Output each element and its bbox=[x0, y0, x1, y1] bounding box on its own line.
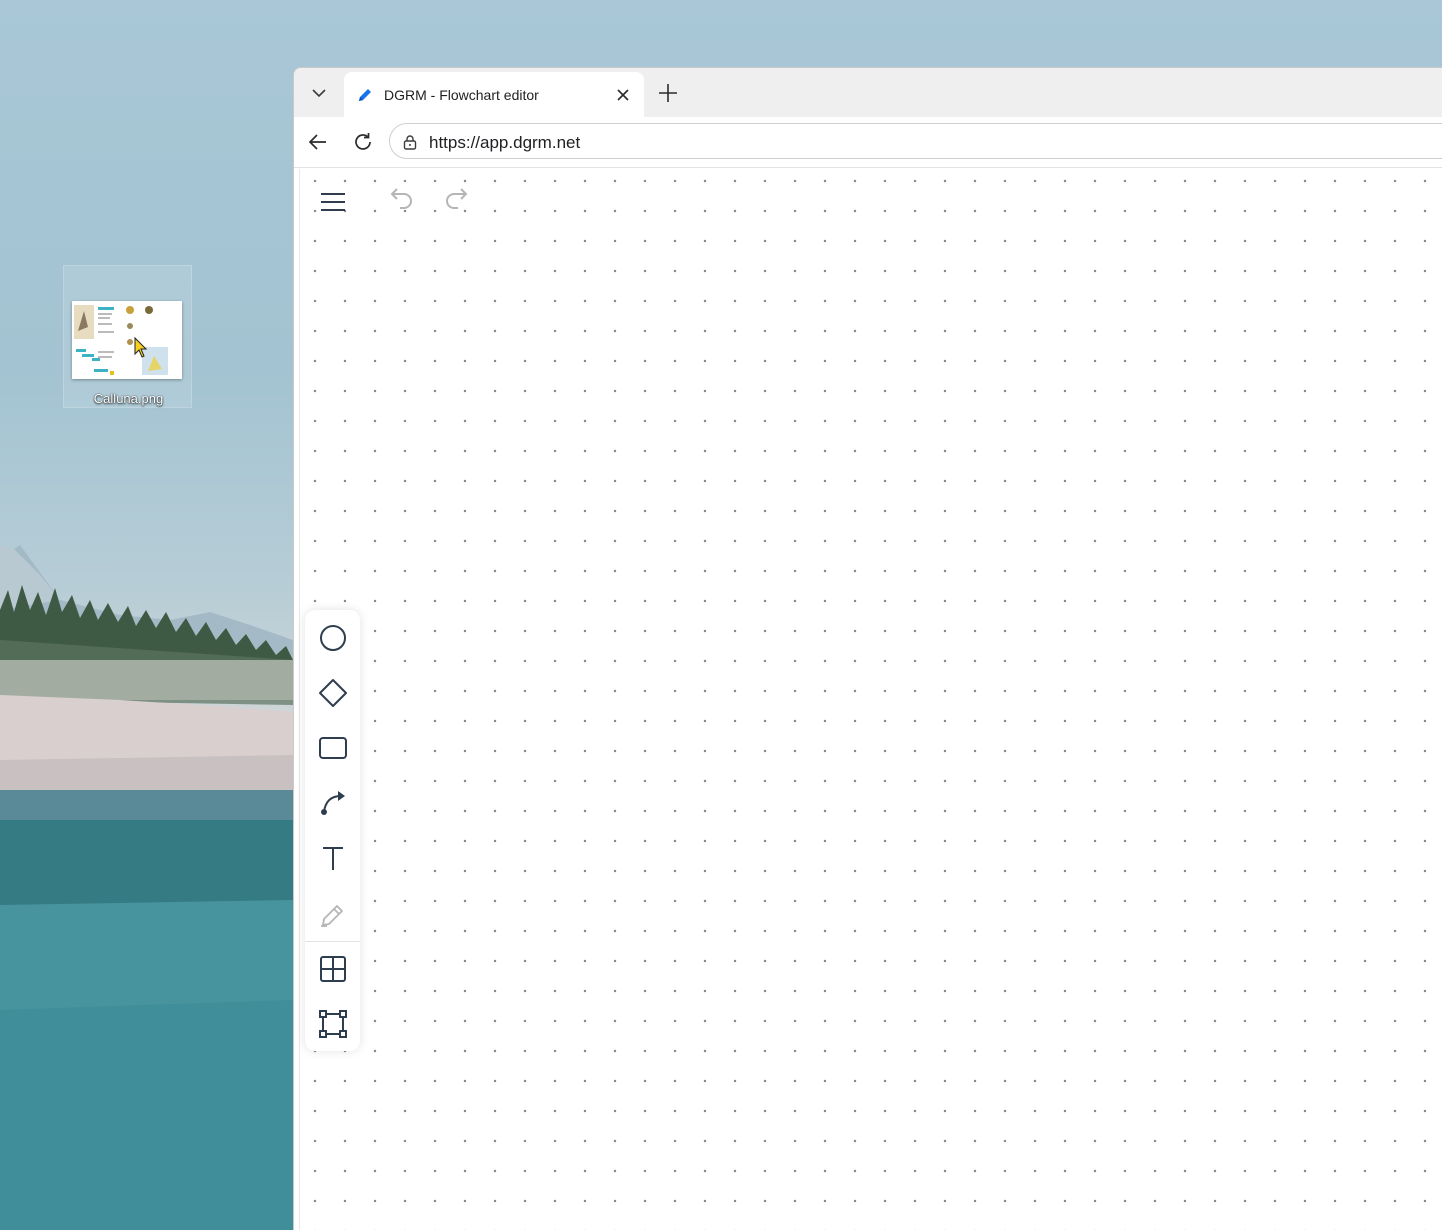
rectangle-icon[interactable] bbox=[318, 733, 348, 763]
diamond-icon[interactable] bbox=[318, 678, 348, 708]
pen-icon[interactable] bbox=[318, 898, 348, 928]
new-tab-icon[interactable] bbox=[656, 81, 680, 105]
image-file-icon bbox=[72, 301, 182, 379]
tab-bar: DGRM - Flowchart editor bbox=[294, 68, 1442, 117]
pencil-icon bbox=[359, 89, 371, 101]
back-icon[interactable] bbox=[306, 130, 330, 154]
site-info-icon[interactable] bbox=[402, 134, 418, 150]
frame-icon[interactable] bbox=[318, 1009, 348, 1039]
redo-icon[interactable] bbox=[442, 184, 470, 212]
circle-icon[interactable] bbox=[318, 623, 348, 653]
connector-icon[interactable] bbox=[318, 788, 348, 818]
tab-list-button[interactable] bbox=[304, 78, 334, 108]
address-bar: https://app.dgrm.net bbox=[294, 117, 1442, 168]
desktop-file-calluna[interactable]: Calluna.png bbox=[63, 265, 192, 408]
tab-title: DGRM - Flowchart editor bbox=[384, 87, 539, 103]
chevron-down-icon bbox=[312, 89, 326, 98]
text-icon[interactable] bbox=[318, 843, 348, 873]
tab-dgrm[interactable]: DGRM - Flowchart editor bbox=[344, 72, 644, 117]
close-icon[interactable] bbox=[614, 86, 632, 104]
table-icon[interactable] bbox=[318, 954, 348, 984]
url-text: https://app.dgrm.net bbox=[429, 133, 581, 152]
diagram-canvas[interactable] bbox=[299, 169, 1442, 1230]
shape-toolbar bbox=[305, 610, 360, 1051]
toolbar-divider bbox=[305, 941, 360, 942]
desktop-file-label: Calluna.png bbox=[93, 391, 164, 406]
url-field[interactable]: https://app.dgrm.net bbox=[389, 123, 1442, 159]
undo-icon[interactable] bbox=[388, 184, 416, 212]
menu-icon[interactable] bbox=[318, 187, 348, 217]
browser-window: DGRM - Flowchart editor https://app.dgrm… bbox=[293, 67, 1442, 1230]
reload-icon[interactable] bbox=[351, 130, 375, 154]
